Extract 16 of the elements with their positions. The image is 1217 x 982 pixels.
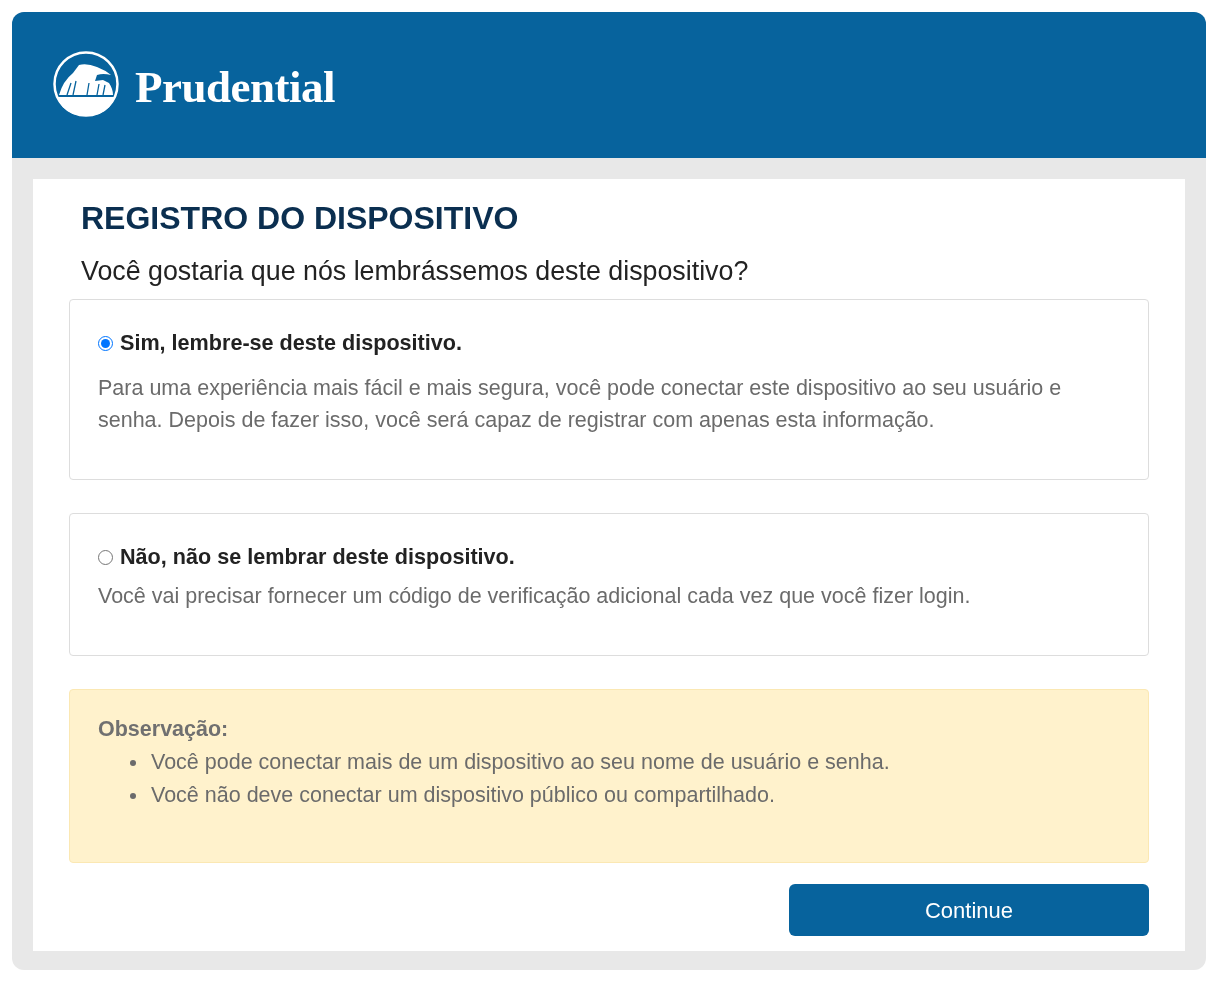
question-text: Você gostaria que nós lembrássemos deste dispositivo?: [80, 255, 750, 287]
note-item: Você pode conectar mais de um dispositivo ao seu nome de usuário e senha.: [151, 749, 890, 776]
continue-button[interactable]: Continue: [789, 884, 1149, 936]
option-label: Sim, lembre-se deste dispositivo.: [120, 331, 462, 355]
page-title: REGISTRO DO DISPOSITIVO: [80, 200, 520, 236]
note-item: Você não deve conectar um dispositivo público ou compartilhado.: [151, 782, 775, 809]
note-title: Observação:: [98, 716, 230, 742]
bullet-icon: [130, 759, 136, 766]
option-description: Você vai precisar fornecer um código de verificação adicional cada vez que você fizer login.: [98, 583, 972, 610]
rock-emblem-icon: [53, 51, 119, 117]
option-label: Não, não se lembrar deste dispositivo.: [120, 545, 515, 569]
radio-button[interactable]: [98, 549, 113, 565]
option-description: Para uma experiência mais fácil e mais segura, você pode conectar este dispositivo ao seu usuário e senha. Depois de fazer isso, você será capaz de registrar com apenas esta informação.: [98, 375, 1063, 434]
bullet-icon: [130, 792, 136, 799]
radio-button[interactable]: [98, 335, 113, 351]
logo-text: Prudential: [135, 64, 335, 110]
